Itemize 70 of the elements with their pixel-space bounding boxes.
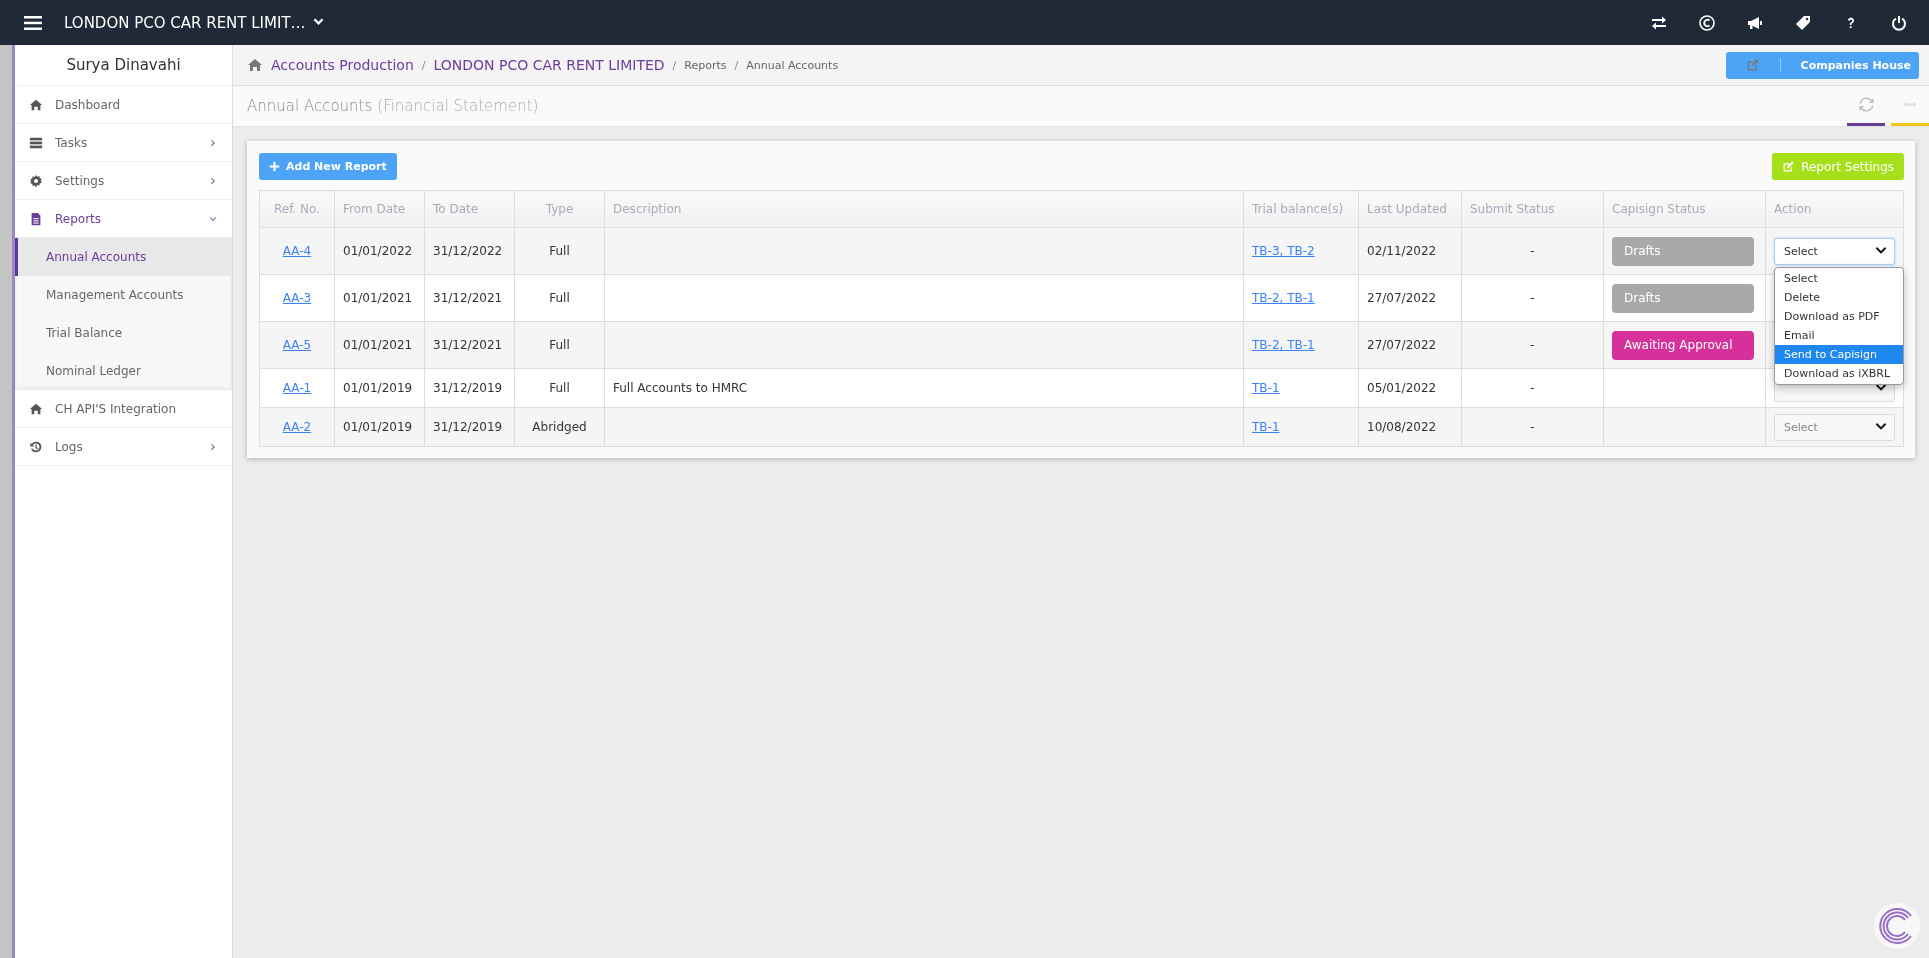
action-select[interactable]: Select [1774, 413, 1895, 441]
report-link[interactable]: AA-3 [282, 291, 312, 305]
table-cell: 02/11/2022 [1358, 227, 1462, 275]
column-header: Action [1765, 190, 1904, 228]
trial-balance-link[interactable]: TB-3, TB-2 [1252, 244, 1315, 258]
report-link[interactable]: AA-4 [282, 244, 312, 258]
breadcrumb-separator: / [672, 58, 677, 72]
table-cell: - [1461, 321, 1604, 369]
table-cell: 01/01/2019 [334, 368, 425, 408]
table-cell: 27/07/2022 [1358, 274, 1462, 322]
column-header: Ref. No. [259, 190, 335, 228]
status-badge: Drafts [1612, 236, 1754, 266]
action-select[interactable]: Select [1774, 237, 1895, 265]
dropdown-option[interactable]: Delete [1775, 287, 1903, 307]
table-cell: 31/12/2021 [424, 274, 515, 322]
dropdown-option[interactable]: Download as iXBRL [1775, 363, 1903, 383]
status-badge: Awaiting Approval [1612, 330, 1754, 360]
report-link[interactable]: AA-2 [282, 420, 312, 434]
table-cell: 27/07/2022 [1358, 321, 1462, 369]
breadcrumb-item: Reports [684, 58, 727, 72]
breadcrumb-item: Annual Accounts [746, 58, 839, 72]
breadcrumb-link[interactable]: LONDON PCO CAR RENT LIMITED [433, 57, 665, 73]
table-cell: Full [514, 227, 605, 275]
sidebar-subitem[interactable]: Annual Accounts [15, 238, 232, 276]
table-cell: - [1461, 274, 1604, 322]
table-cell: 10/08/2022 [1358, 407, 1462, 447]
dropdown-option[interactable]: Download as PDF [1775, 306, 1903, 326]
sidebar-subitem[interactable]: Trial Balance [15, 314, 232, 352]
table-cell: Abridged [514, 407, 605, 447]
trial-balance-link[interactable]: TB-1 [1252, 381, 1280, 395]
trial-balance-link[interactable]: TB-2, TB-1 [1252, 291, 1315, 305]
report-link[interactable]: AA-1 [282, 381, 312, 395]
column-header: Description [604, 190, 1244, 228]
table-cell: - [1461, 227, 1604, 275]
column-header: Last Updated [1358, 190, 1462, 228]
company-dropdown[interactable]: LONDON PCO CAR RENT LIMIT… [64, 13, 325, 32]
table-cell: - [1461, 407, 1604, 447]
column-header: Capisign Status [1603, 190, 1766, 228]
report-link[interactable]: AA-5 [282, 338, 312, 352]
table-cell: 31/12/2022 [424, 227, 515, 275]
table-cell: Full [514, 368, 605, 408]
column-header: Submit Status [1461, 190, 1604, 228]
column-header: To Date [424, 190, 515, 228]
sidebar-subitem[interactable]: Nominal Ledger [15, 352, 232, 390]
table-cell: 01/01/2021 [334, 274, 425, 322]
sidebar-subitem[interactable]: Management Accounts [15, 276, 232, 314]
status-badge: Drafts [1612, 283, 1754, 313]
trial-balance-link[interactable]: TB-2, TB-1 [1252, 338, 1315, 352]
table-cell: 31/12/2019 [424, 368, 515, 408]
table-cell: Full Accounts to HMRC [604, 368, 1244, 408]
page-title: Annual Accounts (Financial Statement) [247, 97, 539, 115]
breadcrumb-separator: / [734, 58, 739, 72]
table-cell: - [1461, 368, 1604, 408]
dropdown-option[interactable]: Select [1775, 268, 1903, 288]
table-cell: 31/12/2021 [424, 321, 515, 369]
column-header: Type [514, 190, 605, 228]
table-cell: Full [514, 321, 605, 369]
trial-balance-link[interactable]: TB-1 [1252, 420, 1280, 434]
column-header: From Date [334, 190, 425, 228]
table-cell: 01/01/2021 [334, 321, 425, 369]
table-cell: Full [514, 274, 605, 322]
table-cell: 01/01/2022 [334, 227, 425, 275]
breadcrumb-separator: / [421, 58, 426, 72]
column-header: Trial balance(s) [1243, 190, 1359, 228]
dropdown-option[interactable]: Send to Capisign [1775, 344, 1903, 364]
table-cell: 05/01/2022 [1358, 368, 1462, 408]
table-cell: 31/12/2019 [424, 407, 515, 447]
breadcrumb-link[interactable]: Accounts Production [271, 57, 414, 73]
dropdown-option[interactable]: Email [1775, 325, 1903, 345]
table-cell: 01/01/2019 [334, 407, 425, 447]
